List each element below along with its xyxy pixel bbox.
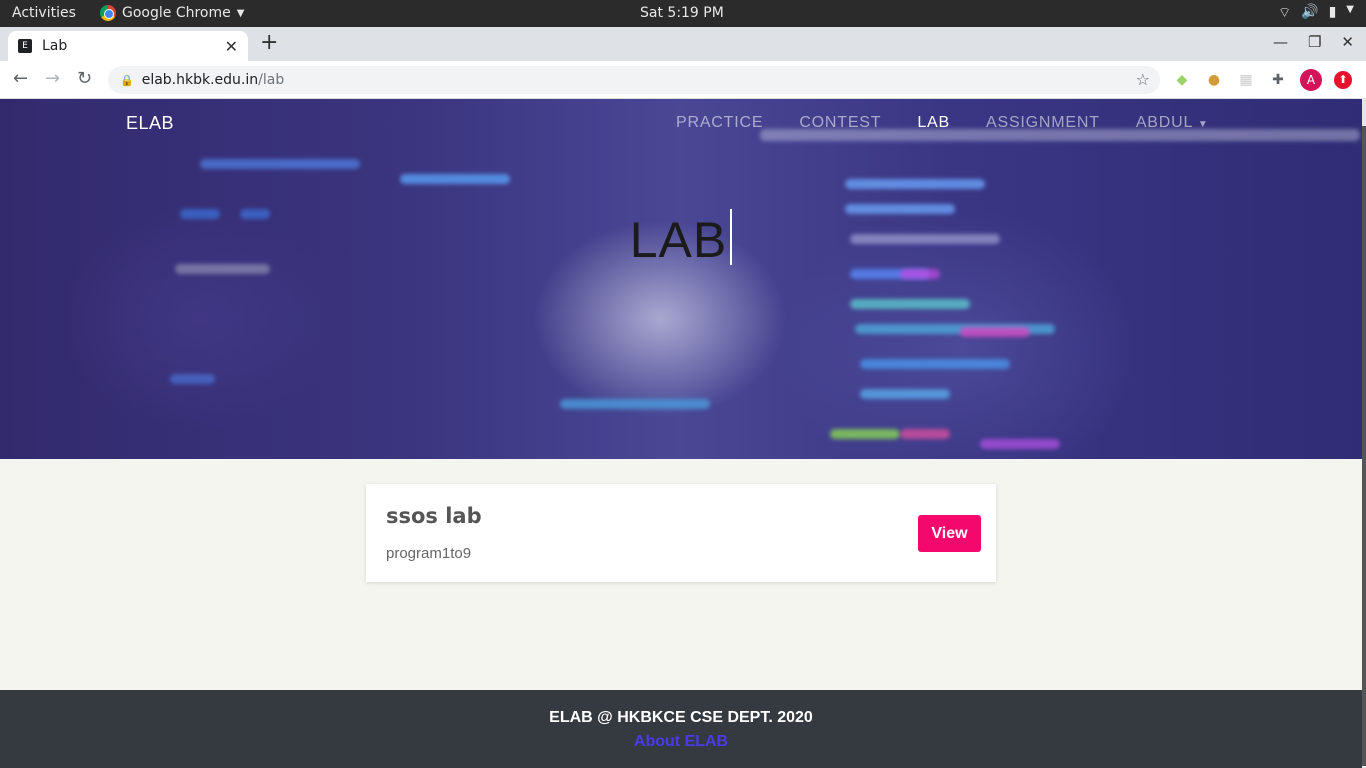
close-window-icon[interactable]: ✕ — [1341, 33, 1354, 51]
decor-code-line — [170, 374, 215, 384]
url-path: /lab — [258, 72, 285, 88]
page-scrollbar[interactable] — [1362, 99, 1366, 768]
site-footer: ELAB @ HKBKCE CSE DEPT. 2020 About ELAB — [0, 690, 1362, 768]
back-icon[interactable]: ← — [13, 68, 28, 89]
lab-card-title: ssos lab — [386, 504, 482, 528]
lock-icon[interactable]: 🔒 — [120, 74, 134, 87]
app-menu-label: Google Chrome — [122, 5, 231, 21]
caret-down-icon: ▼ — [1197, 119, 1209, 130]
decor-code-line — [980, 439, 1060, 449]
decor-code-line — [200, 159, 360, 169]
decor-code-line — [850, 299, 970, 309]
decor-code-line — [845, 179, 985, 189]
address-bar[interactable]: 🔒 elab.hkbk.edu.in/lab ☆ — [108, 66, 1160, 94]
forward-icon[interactable]: → — [45, 68, 60, 89]
main-content: ssos lab program1to9 View — [0, 459, 1362, 690]
url-host: elab.hkbk.edu.in — [141, 72, 259, 88]
app-menu[interactable]: Google Chrome ▼ — [100, 5, 244, 21]
nav-contest[interactable]: CONTEST — [799, 114, 881, 132]
chevron-down-icon: ▼ — [236, 7, 245, 19]
hero-banner: ELAB PRACTICE CONTEST LAB ASSIGNMENT ABD… — [0, 99, 1362, 459]
typing-cursor — [730, 209, 733, 265]
restore-icon[interactable]: ❐ — [1308, 33, 1321, 51]
close-icon[interactable]: ✕ — [225, 37, 238, 56]
decor-code-line — [400, 174, 510, 184]
activities-button[interactable]: Activities — [12, 5, 76, 21]
lab-card: ssos lab program1to9 View — [366, 484, 996, 582]
chrome-icon — [100, 5, 116, 21]
puzzle-extensions-icon[interactable]: ✚ — [1268, 70, 1288, 90]
view-button[interactable]: View — [918, 515, 981, 552]
lab-card-subtitle: program1to9 — [386, 545, 472, 562]
hero-title-text: LAB — [629, 212, 728, 268]
scrollbar-thumb[interactable] — [1362, 126, 1366, 766]
bookmark-star-icon[interactable]: ☆ — [1136, 70, 1150, 89]
nav-user-dropdown[interactable]: ABDUL ▼ — [1136, 114, 1209, 132]
cookie-extension-icon[interactable]: ● — [1204, 70, 1224, 90]
chevron-down-icon: ▼ — [1346, 4, 1354, 15]
battery-icon: ▮ — [1328, 4, 1337, 20]
decor-code-line — [830, 429, 900, 439]
extensions-area: ◆ ● ▦ ✚ A ⬆ — [1172, 69, 1352, 91]
wifi-icon: ⌔ — [1277, 5, 1292, 21]
gem-extension-icon[interactable]: ◆ — [1172, 70, 1192, 90]
nav-assignment[interactable]: ASSIGNMENT — [986, 114, 1100, 132]
site-favicon-icon: E — [18, 39, 32, 53]
system-tray[interactable]: ⌔ 🔊 ▮ ▼ — [1278, 4, 1354, 22]
decor-code-line — [860, 389, 950, 399]
new-tab-button[interactable]: + — [260, 30, 278, 55]
clock[interactable]: Sat 5:19 PM — [640, 5, 724, 21]
site-brand[interactable]: ELAB — [126, 113, 174, 134]
reload-icon[interactable]: ↻ — [77, 68, 92, 89]
upload-extension-icon[interactable]: ⬆ — [1334, 71, 1352, 89]
browser-toolbar: ← → ↻ 🔒 elab.hkbk.edu.in/lab ☆ ◆ ● ▦ ✚ A… — [0, 61, 1366, 99]
decor-code-line — [900, 429, 950, 439]
decor-code-line — [960, 327, 1030, 337]
system-top-bar: Activities Google Chrome ▼ Sat 5:19 PM ⌔… — [0, 0, 1366, 27]
browser-tab[interactable]: E Lab ✕ — [8, 31, 248, 61]
minimize-icon[interactable]: — — [1273, 33, 1288, 51]
decor-code-line — [560, 399, 710, 409]
nav-lab[interactable]: LAB — [917, 114, 950, 132]
profile-avatar[interactable]: A — [1300, 69, 1322, 91]
tab-strip: E Lab ✕ + — ❐ ✕ — [0, 27, 1366, 61]
decor-code-line — [860, 359, 1010, 369]
about-elab-link[interactable]: About ELAB — [0, 733, 1362, 751]
site-nav-links: PRACTICE CONTEST LAB ASSIGNMENT ABDUL ▼ — [676, 114, 1209, 132]
tab-title: Lab — [42, 38, 68, 54]
nav-practice[interactable]: PRACTICE — [676, 114, 763, 132]
grid-extension-icon[interactable]: ▦ — [1236, 70, 1256, 90]
footer-copyright: ELAB @ HKBKCE CSE DEPT. 2020 — [549, 709, 813, 726]
site-navbar: ELAB PRACTICE CONTEST LAB ASSIGNMENT ABD… — [0, 99, 1362, 147]
nav-user-label: ABDUL — [1135, 114, 1193, 131]
decor-code-line — [900, 269, 940, 279]
hero-title: LAB — [0, 209, 1362, 269]
window-controls: — ❐ ✕ — [1273, 33, 1354, 51]
volume-icon: 🔊 — [1301, 4, 1319, 20]
